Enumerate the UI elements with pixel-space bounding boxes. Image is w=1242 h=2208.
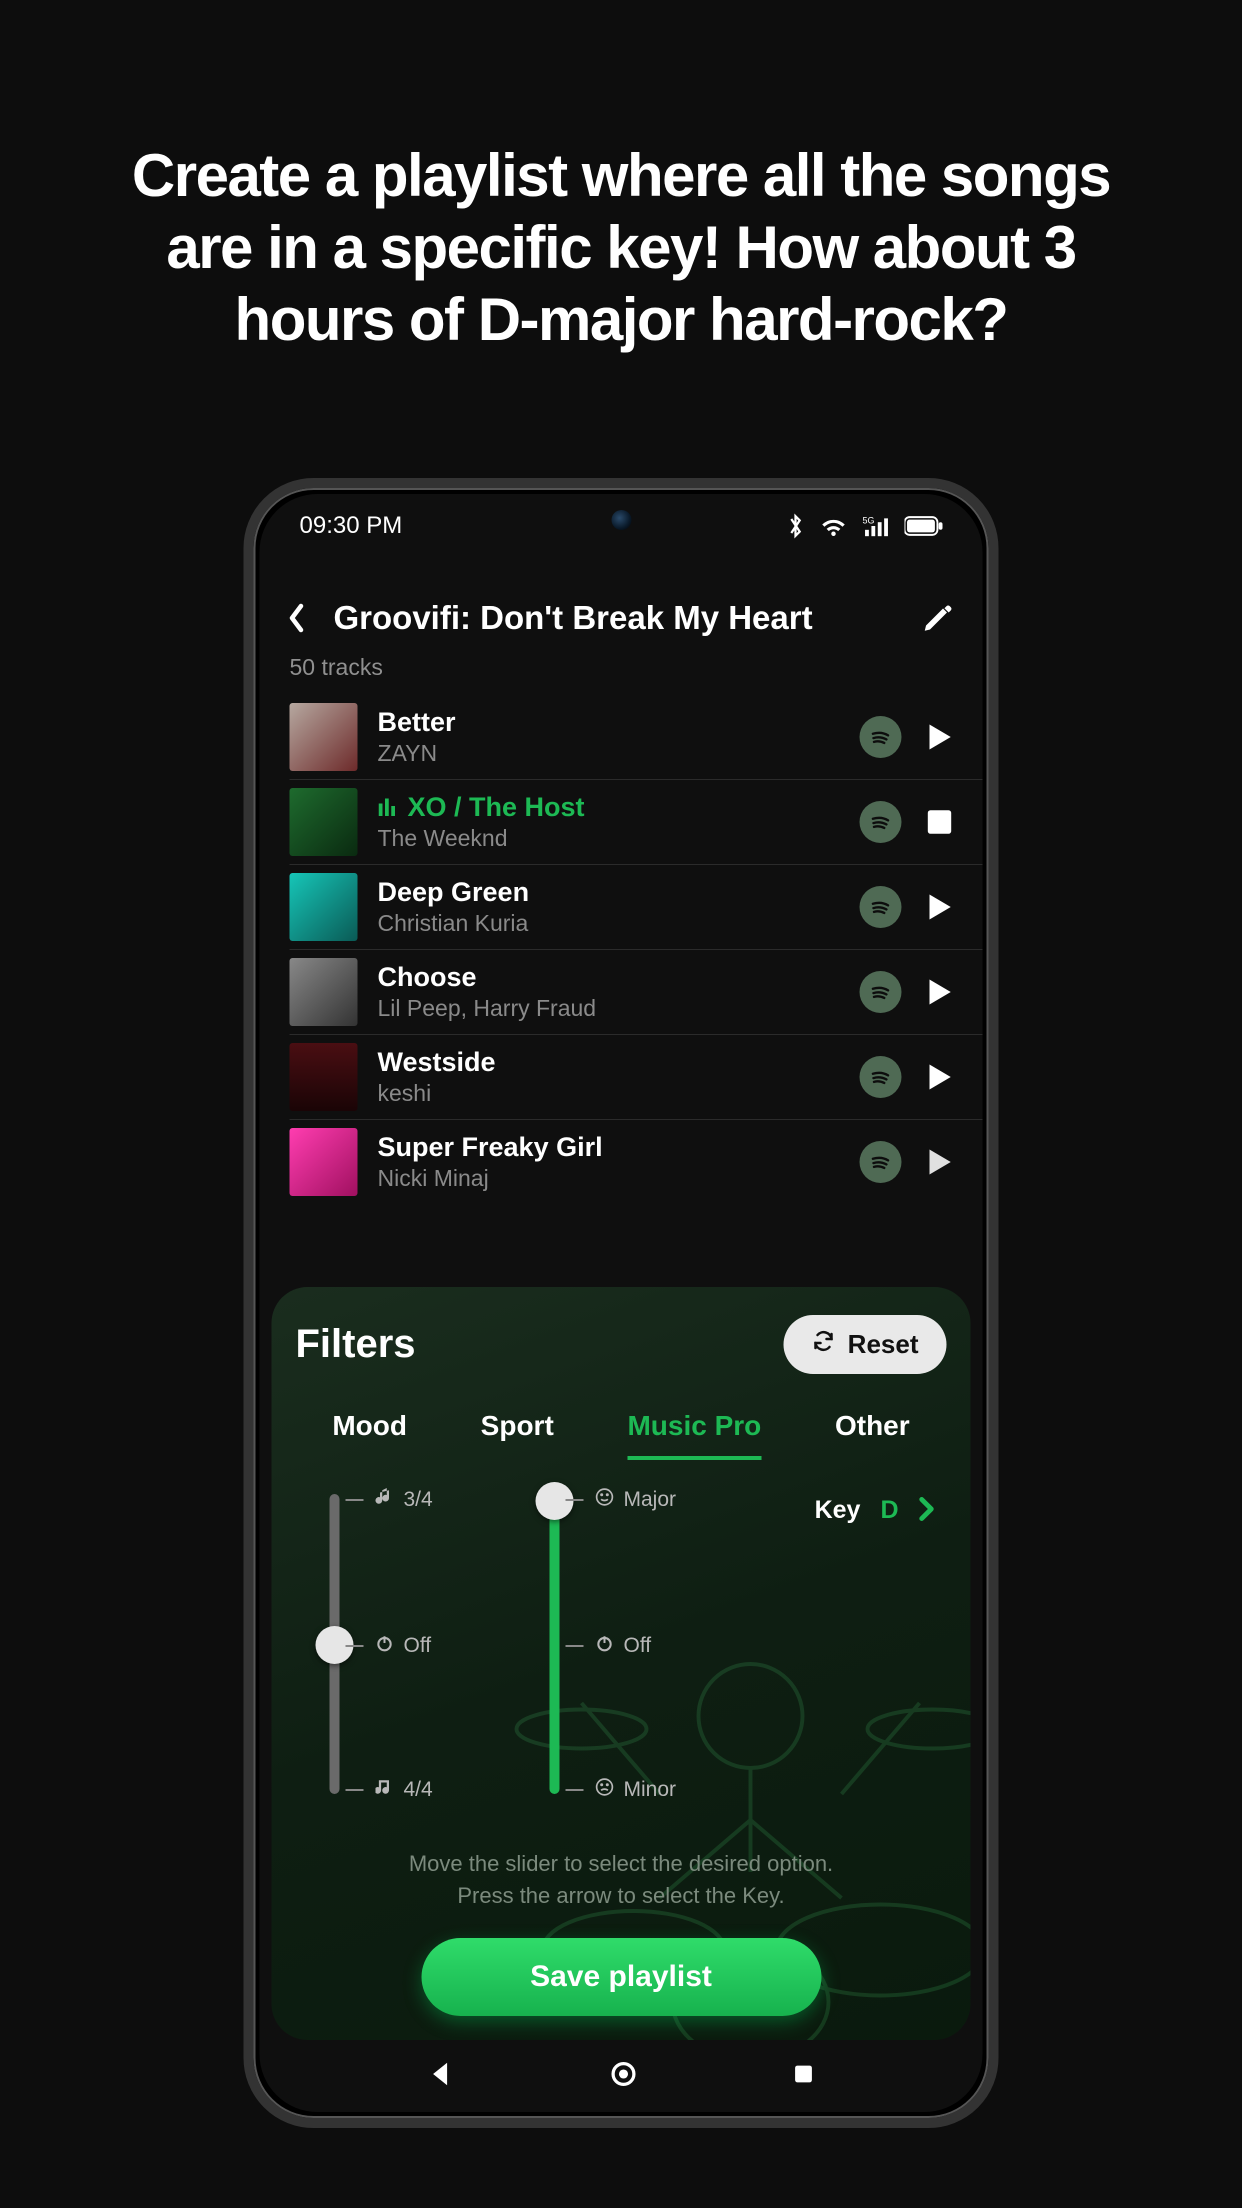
nav-recents-icon[interactable] bbox=[791, 2062, 815, 2086]
track-row[interactable]: Super Freaky Girl Nicki Minaj bbox=[290, 1120, 983, 1204]
camera-cutout bbox=[611, 510, 631, 530]
track-artist: The Weeknd bbox=[378, 825, 840, 852]
reset-button[interactable]: Reset bbox=[784, 1315, 947, 1374]
power-icon bbox=[376, 1634, 394, 1658]
tick-label: Off bbox=[404, 1634, 432, 1658]
app-header: Groovifi: Don't Break My Heart bbox=[260, 550, 983, 648]
battery-icon bbox=[905, 516, 943, 536]
phone-frame: 09:30 PM 5G Groovifi: Don' bbox=[244, 478, 999, 2128]
bluetooth-icon bbox=[787, 512, 805, 540]
track-artist: keshi bbox=[378, 1080, 840, 1107]
track-title: Deep Green bbox=[378, 877, 840, 908]
save-playlist-button[interactable]: Save playlist bbox=[421, 1938, 821, 2016]
album-art bbox=[290, 873, 358, 941]
play-button[interactable] bbox=[922, 1147, 957, 1177]
album-art bbox=[290, 958, 358, 1026]
album-art bbox=[290, 703, 358, 771]
nav-home-icon[interactable] bbox=[610, 2061, 636, 2087]
play-button[interactable] bbox=[922, 1062, 957, 1092]
tab-sport[interactable]: Sport bbox=[481, 1410, 554, 1460]
play-button[interactable] bbox=[922, 977, 957, 1007]
album-art bbox=[290, 788, 358, 856]
album-art bbox=[290, 1043, 358, 1111]
spotify-icon[interactable] bbox=[860, 886, 902, 928]
tab-music-pro[interactable]: Music Pro bbox=[627, 1410, 761, 1460]
tick-label: Major bbox=[624, 1488, 677, 1512]
track-artist: Nicki Minaj bbox=[378, 1165, 840, 1192]
tick-label: 3/4 bbox=[404, 1488, 433, 1512]
track-title: Super Freaky Girl bbox=[378, 1132, 840, 1163]
refresh-icon bbox=[812, 1329, 836, 1360]
reset-label: Reset bbox=[848, 1329, 919, 1360]
filters-hint: Move the slider to select the desired op… bbox=[296, 1848, 947, 1912]
track-row[interactable]: Choose Lil Peep, Harry Fraud bbox=[290, 950, 983, 1035]
track-row[interactable]: XO / The Host The Weeknd bbox=[290, 780, 983, 865]
nav-back-icon[interactable] bbox=[427, 2060, 455, 2088]
edit-button[interactable] bbox=[921, 601, 955, 635]
track-title: Choose bbox=[378, 962, 840, 993]
back-button[interactable] bbox=[288, 598, 312, 638]
key-selector[interactable]: Key D bbox=[767, 1494, 941, 1794]
wifi-icon bbox=[819, 514, 849, 538]
music-note-icon bbox=[376, 1488, 394, 1512]
track-title: Westside bbox=[378, 1047, 840, 1078]
tick-label: Minor bbox=[624, 1778, 677, 1802]
track-row[interactable]: Better ZAYN bbox=[290, 695, 983, 780]
status-time: 09:30 PM bbox=[300, 512, 403, 540]
spotify-icon[interactable] bbox=[860, 1141, 902, 1183]
tab-mood[interactable]: Mood bbox=[332, 1410, 407, 1460]
music-note-icon bbox=[376, 1778, 394, 1802]
key-value: D bbox=[880, 1496, 898, 1525]
album-art bbox=[290, 1128, 358, 1196]
screen: 09:30 PM 5G Groovifi: Don' bbox=[260, 494, 983, 2112]
smile-icon bbox=[596, 1488, 614, 1512]
mode-slider[interactable]: Major Off Minor bbox=[532, 1494, 767, 1794]
time-signature-slider[interactable]: 3/4 Off 4/4 bbox=[302, 1494, 532, 1794]
play-button[interactable] bbox=[922, 722, 957, 752]
filters-title: Filters bbox=[296, 1322, 416, 1367]
stop-button[interactable] bbox=[922, 809, 957, 835]
power-icon bbox=[596, 1634, 614, 1658]
playlist-title: Groovifi: Don't Break My Heart bbox=[334, 599, 899, 637]
track-title: Better bbox=[378, 707, 840, 738]
filter-tabs: Mood Sport Music Pro Other bbox=[296, 1410, 947, 1460]
track-title: XO / The Host bbox=[378, 792, 840, 823]
tick-label: 4/4 bbox=[404, 1778, 433, 1802]
signal-icon: 5G bbox=[863, 514, 891, 538]
tab-other[interactable]: Other bbox=[835, 1410, 910, 1460]
svg-text:5G: 5G bbox=[863, 515, 875, 525]
frown-icon bbox=[596, 1778, 614, 1802]
track-list: Better ZAYN XO / The Host The Weeknd bbox=[260, 695, 983, 1204]
promo-heading: Create a playlist where all the songs ar… bbox=[121, 140, 1121, 356]
filters-sheet: Filters Reset Mood Sport Music Pro Other bbox=[272, 1287, 971, 2040]
tick-label: Off bbox=[624, 1634, 652, 1658]
spotify-icon[interactable] bbox=[860, 971, 902, 1013]
key-label: Key bbox=[815, 1496, 861, 1525]
play-button[interactable] bbox=[922, 892, 957, 922]
track-artist: Lil Peep, Harry Fraud bbox=[378, 995, 840, 1022]
track-artist: Christian Kuria bbox=[378, 910, 840, 937]
track-row[interactable]: Deep Green Christian Kuria bbox=[290, 865, 983, 950]
spotify-icon[interactable] bbox=[860, 1056, 902, 1098]
spotify-icon[interactable] bbox=[860, 801, 902, 843]
track-row[interactable]: Westside keshi bbox=[290, 1035, 983, 1120]
spotify-icon[interactable] bbox=[860, 716, 902, 758]
track-count: 50 tracks bbox=[260, 648, 983, 695]
track-artist: ZAYN bbox=[378, 740, 840, 767]
chevron-right-icon bbox=[919, 1496, 935, 1522]
now-playing-bars-icon bbox=[378, 792, 398, 823]
system-nav-bar bbox=[260, 2050, 983, 2098]
